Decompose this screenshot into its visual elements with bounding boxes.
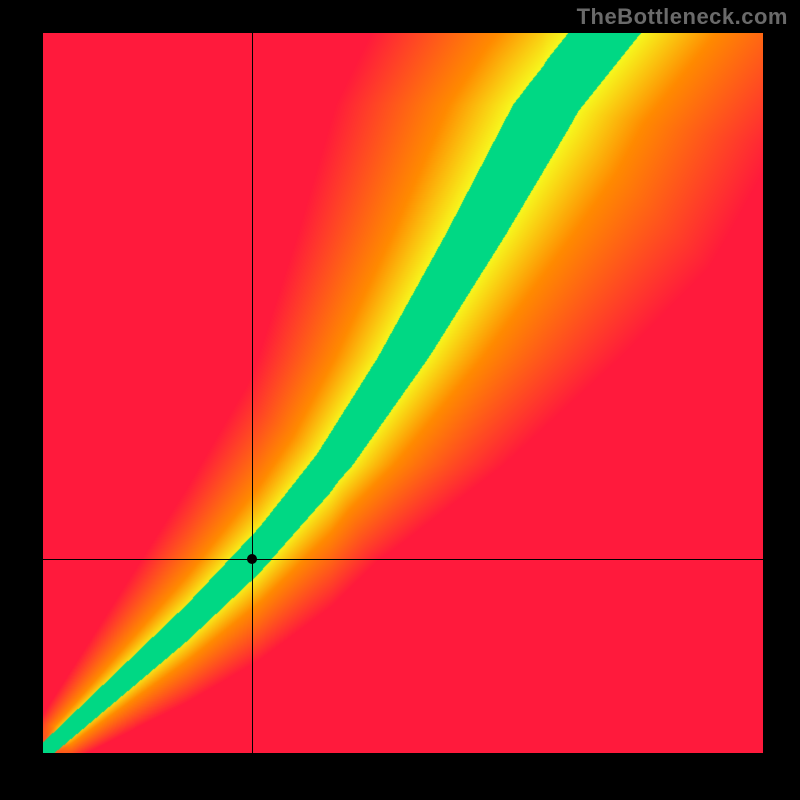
- attribution-label: TheBottleneck.com: [577, 4, 788, 30]
- crosshair-vertical: [252, 33, 253, 753]
- bottleneck-heatmap: [43, 33, 763, 753]
- selection-marker-icon: [247, 554, 257, 564]
- chart-container: TheBottleneck.com: [0, 0, 800, 800]
- crosshair-horizontal: [43, 559, 763, 560]
